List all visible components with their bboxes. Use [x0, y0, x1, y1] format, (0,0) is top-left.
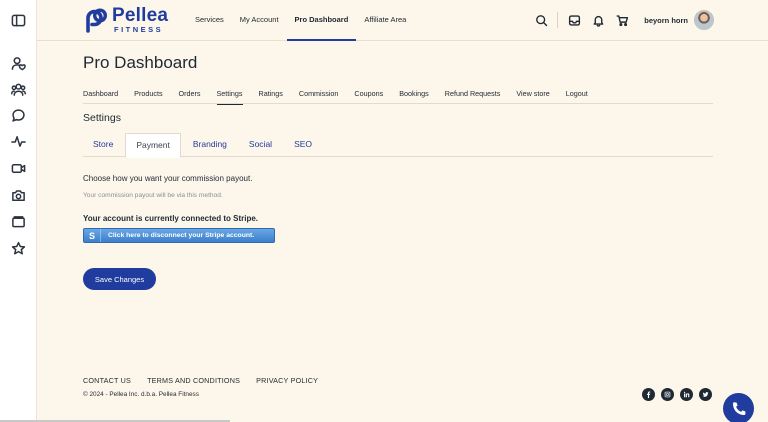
nav-actions: beyorn horn [525, 10, 714, 30]
facebook-icon[interactable] [642, 388, 655, 401]
brand-subtitle: FITNESS [114, 25, 164, 34]
users-icon[interactable] [10, 81, 27, 98]
stripe-icon: S [84, 229, 101, 242]
settings-heading: Settings [83, 112, 121, 124]
linkedin-icon[interactable] [680, 388, 693, 401]
search-icon[interactable] [533, 12, 549, 28]
instagram-icon[interactable] [661, 388, 674, 401]
subnav-dashboard[interactable]: Dashboard [83, 88, 118, 104]
nav-divider [557, 12, 559, 28]
save-changes-button[interactable]: Save Changes [83, 268, 156, 290]
call-support-button[interactable] [723, 393, 754, 422]
camera-icon[interactable] [10, 187, 27, 204]
disconnect-stripe-button[interactable]: S Click here to disconnect your Stripe a… [83, 228, 275, 243]
tab-payment[interactable]: Payment [125, 133, 181, 158]
disconnect-stripe-label: Click here to disconnect your Stripe acc… [108, 232, 255, 239]
tab-store[interactable]: Store [83, 133, 123, 157]
cart-icon[interactable] [614, 12, 630, 28]
page-title: Pro Dashboard [83, 53, 198, 72]
tab-seo[interactable]: SEO [284, 133, 322, 157]
stripe-connected-label: Your account is currently connected to S… [83, 214, 258, 223]
phone-icon [732, 401, 745, 415]
main-nav: Services My Account Pro Dashboard Affili… [187, 0, 414, 41]
user-heart-icon[interactable] [10, 55, 27, 72]
folder-icon[interactable] [10, 213, 27, 230]
settings-tabs: Store Payment Branding Social SEO [83, 133, 713, 158]
twitter-icon[interactable] [699, 388, 712, 401]
subnav-orders[interactable]: Orders [179, 88, 201, 104]
subnav-bookings[interactable]: Bookings [399, 88, 429, 104]
tab-branding[interactable]: Branding [183, 133, 237, 157]
subnav-settings[interactable]: Settings [216, 88, 243, 105]
subnav-refund-requests[interactable]: Refund Requests [445, 88, 501, 104]
avatar[interactable] [694, 10, 714, 30]
footer-links: CONTACT US TERMS AND CONDITIONS PRIVACY … [83, 376, 334, 385]
user-name[interactable]: beyorn horn [644, 16, 688, 25]
brand-logo[interactable]: Pellea FITNESS [85, 6, 168, 34]
footer-contact-us[interactable]: CONTACT US [83, 376, 131, 385]
bell-icon[interactable] [590, 12, 606, 28]
dashboard-subnav: Dashboard Products Orders Settings Ratin… [83, 88, 713, 105]
top-navigation: Pellea FITNESS Services My Account Pro D… [37, 0, 768, 41]
social-links [642, 388, 718, 401]
payout-method-label: Choose how you want your commission payo… [83, 174, 253, 183]
subnav-view-store[interactable]: View store [516, 88, 549, 104]
nav-services[interactable]: Services [187, 0, 232, 41]
copyright: © 2024 - Pellea Inc. d.b.a. Pellea Fitne… [83, 391, 199, 398]
activity-icon[interactable] [10, 133, 27, 150]
nav-pro-dashboard[interactable]: Pro Dashboard [286, 0, 357, 41]
nav-my-account[interactable]: My Account [232, 0, 287, 41]
subnav-products[interactable]: Products [134, 88, 162, 104]
subnav-commission[interactable]: Commission [299, 88, 339, 104]
left-rail [0, 0, 37, 422]
subnav-logout[interactable]: Logout [566, 88, 588, 104]
footer-privacy[interactable]: PRIVACY POLICY [256, 376, 318, 385]
chat-icon[interactable] [10, 107, 27, 124]
payout-method-hint: Your commission payout will be via this … [83, 192, 223, 199]
subnav-ratings[interactable]: Ratings [259, 88, 283, 104]
subnav-coupons[interactable]: Coupons [354, 88, 383, 104]
inbox-icon[interactable] [566, 12, 582, 28]
nav-affiliate-area[interactable]: Affiliate Area [356, 0, 414, 41]
tab-social[interactable]: Social [239, 133, 282, 157]
footer-terms[interactable]: TERMS AND CONDITIONS [147, 376, 240, 385]
brand-name: Pellea [112, 5, 169, 26]
star-icon[interactable] [10, 240, 27, 257]
video-icon[interactable] [10, 160, 27, 177]
sidebar-toggle-icon[interactable] [10, 12, 27, 29]
logo-mark-icon [86, 8, 108, 33]
